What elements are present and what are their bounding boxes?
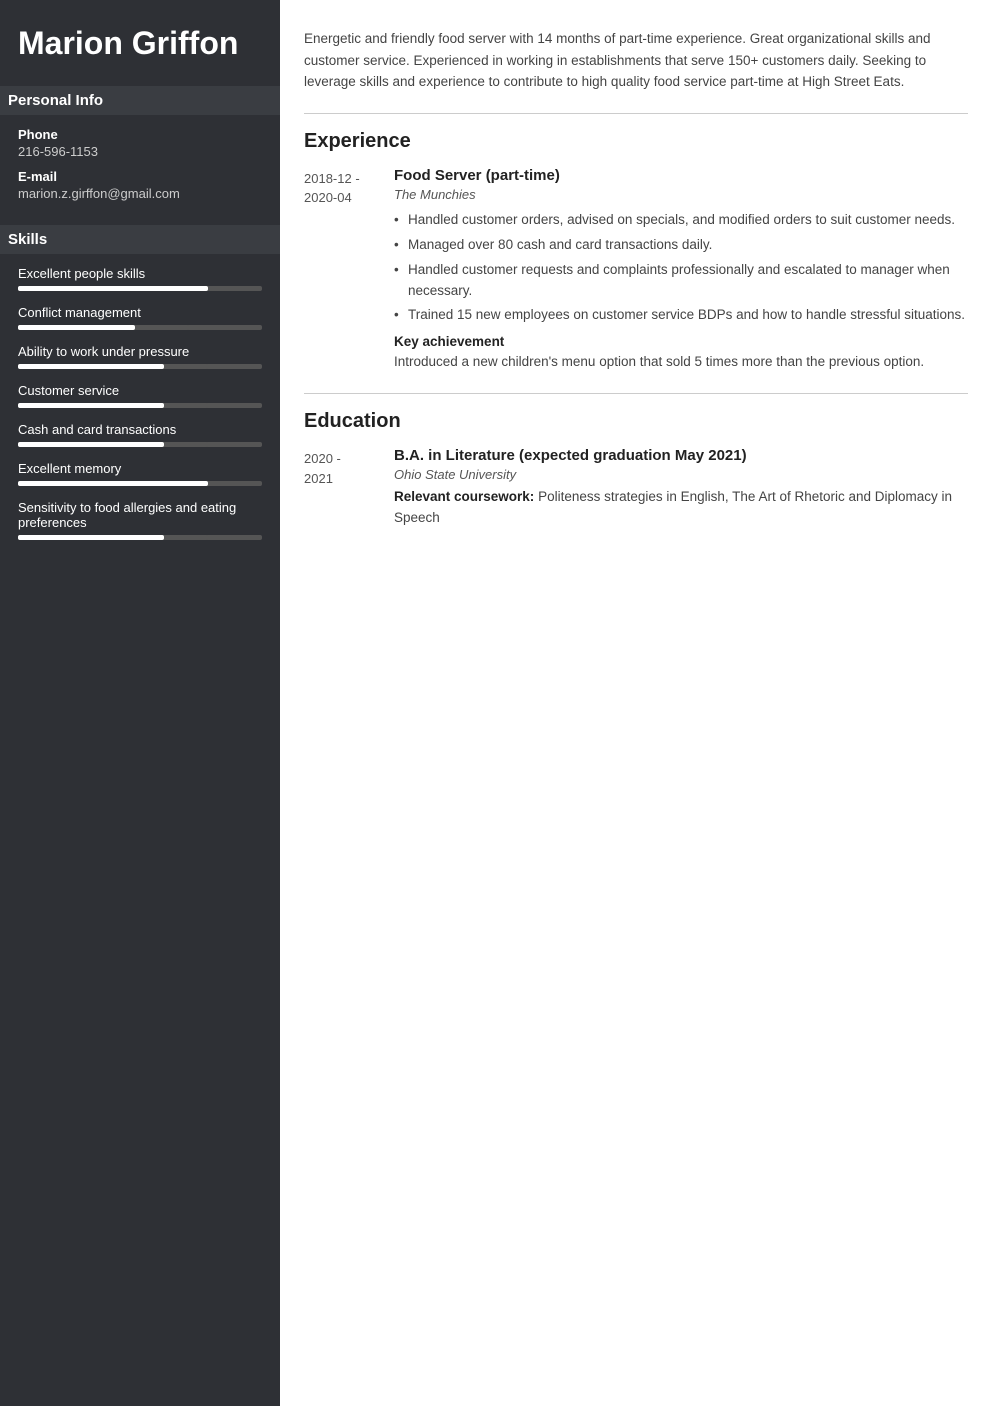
candidate-name: Marion Griffon <box>18 24 262 62</box>
skill-bar-bg <box>18 286 262 291</box>
key-achievement-text: Introduced a new children's menu option … <box>394 352 968 373</box>
name-block: Marion Griffon <box>18 24 262 62</box>
edu-body: B.A. in Literature (expected graduation … <box>394 447 968 529</box>
edu-institution: Ohio State University <box>394 467 968 482</box>
skill-bar-fill <box>18 481 208 486</box>
entry-body: Food Server (part-time) The Munchies Handl… <box>394 167 968 374</box>
skill-name: Customer service <box>18 383 262 398</box>
skills-header: Skills <box>0 225 280 254</box>
skill-item: Excellent memory <box>18 461 262 486</box>
edu-title: B.A. in Literature (expected graduation … <box>394 447 968 464</box>
experience-header: Experience <box>304 130 968 153</box>
skill-name: Sensitivity to food allergies and eating… <box>18 500 262 530</box>
skill-name: Cash and card transactions <box>18 422 262 437</box>
education-entry: 2020 - 2021B.A. in Literature (expected … <box>304 447 968 529</box>
skill-item: Customer service <box>18 383 262 408</box>
entry-bullets: Handled customer orders, advised on spec… <box>394 210 968 327</box>
skill-item: Excellent people skills <box>18 266 262 291</box>
email-label: E-mail <box>18 169 262 184</box>
skill-bar-bg <box>18 481 262 486</box>
skill-bar-accent <box>135 325 189 330</box>
skill-bar-fill <box>18 403 164 408</box>
personal-info-section: Personal Info Phone 216-596-1153 E-mail … <box>18 86 262 201</box>
main-content: Energetic and friendly food server with … <box>280 0 996 1406</box>
bullet-item: Handled customer orders, advised on spec… <box>394 210 968 231</box>
skill-bar-fill <box>18 535 164 540</box>
key-achievement-label: Key achievement <box>394 334 968 349</box>
summary-text: Energetic and friendly food server with … <box>304 28 968 93</box>
edu-dates: 2020 - 2021 <box>304 447 394 529</box>
skill-bar-accent <box>164 535 208 540</box>
education-divider <box>304 393 968 394</box>
skill-bar-bg <box>18 325 262 330</box>
personal-info-header: Personal Info <box>0 86 280 115</box>
sidebar: Marion Griffon Personal Info Phone 216-5… <box>0 0 280 1406</box>
skill-bar-fill <box>18 325 135 330</box>
skill-item: Conflict management <box>18 305 262 330</box>
skill-bar-fill <box>18 442 164 447</box>
entry-title: Food Server (part-time) <box>394 167 968 184</box>
skill-name: Excellent people skills <box>18 266 262 281</box>
experience-divider <box>304 113 968 114</box>
experience-entry: 2018-12 - 2020-04Food Server (part-time)… <box>304 167 968 374</box>
bullet-item: Trained 15 new employees on customer ser… <box>394 305 968 326</box>
entry-dates: 2018-12 - 2020-04 <box>304 167 394 374</box>
bullet-item: Managed over 80 cash and card transactio… <box>394 235 968 256</box>
education-header: Education <box>304 410 968 433</box>
skill-bar-bg <box>18 364 262 369</box>
skills-section: Skills Excellent people skillsConflict m… <box>18 225 262 540</box>
bullet-item: Handled customer requests and complaints… <box>394 260 968 302</box>
skill-item: Ability to work under pressure <box>18 344 262 369</box>
phone-value: 216-596-1153 <box>18 144 262 159</box>
skill-name: Excellent memory <box>18 461 262 476</box>
entry-company: The Munchies <box>394 187 968 202</box>
skill-bar-accent <box>164 403 208 408</box>
skill-name: Conflict management <box>18 305 262 320</box>
skill-bar-bg <box>18 535 262 540</box>
skill-bar-bg <box>18 403 262 408</box>
skill-item: Cash and card transactions <box>18 422 262 447</box>
skill-bar-accent <box>164 364 208 369</box>
skill-bar-accent <box>164 442 208 447</box>
email-value: marion.z.girffon@gmail.com <box>18 186 262 201</box>
skill-bar-bg <box>18 442 262 447</box>
skill-name: Ability to work under pressure <box>18 344 262 359</box>
phone-label: Phone <box>18 127 262 142</box>
skill-bar-fill <box>18 286 208 291</box>
skill-bar-fill <box>18 364 164 369</box>
edu-coursework: Relevant coursework: Politeness strategi… <box>394 487 968 529</box>
skill-item: Sensitivity to food allergies and eating… <box>18 500 262 540</box>
